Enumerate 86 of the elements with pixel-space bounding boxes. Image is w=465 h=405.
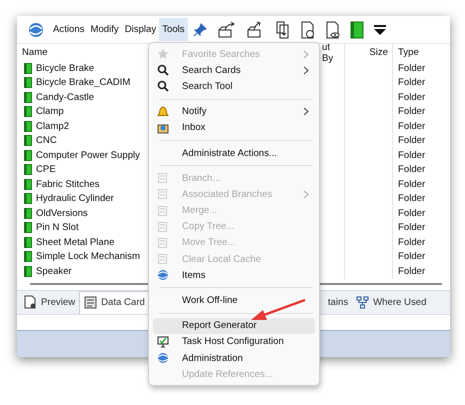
folder-name[interactable]: Pin N Slot — [36, 222, 79, 234]
table-cell: Folder — [398, 135, 426, 146]
table-cell: Folder — [398, 106, 426, 118]
folder-name[interactable]: Clamp — [36, 106, 64, 118]
table-cell: Folder — [398, 77, 426, 88]
book-icon — [24, 135, 32, 146]
dropdown-icon[interactable] — [372, 24, 387, 36]
folder-name[interactable]: CPE — [36, 164, 56, 176]
search-icon — [157, 80, 169, 92]
menu-item[interactable]: Work Off-line — [153, 292, 315, 309]
folder-name[interactable]: Hydraulic Cylinder — [36, 193, 114, 204]
book-icon — [24, 266, 32, 277]
book-icon — [24, 178, 32, 190]
document-clock-icon[interactable] — [300, 20, 316, 38]
column-header[interactable]: Type — [393, 44, 450, 61]
menu-item[interactable]: Administrate Actions... — [153, 144, 315, 162]
table-cell: Folder — [398, 236, 426, 248]
folder-name[interactable]: Computer Power Supply — [36, 150, 140, 161]
book-icon — [24, 77, 32, 88]
folder-name[interactable]: Bicycle Brake — [36, 62, 94, 74]
book-icon — [24, 164, 32, 176]
book-icon — [24, 106, 32, 118]
folder-name[interactable]: Fabric Stitches — [36, 178, 100, 190]
menu-item[interactable]: Search Tool — [153, 78, 315, 95]
star-icon — [157, 48, 169, 60]
book-icon — [24, 208, 32, 219]
menu-item[interactable]: Search Cards — [153, 62, 315, 78]
hierarchy-icon — [356, 296, 370, 308]
folder-name[interactable]: Candy-Castle — [36, 92, 94, 103]
folder-name[interactable]: Bicycle Brake_CADIM — [36, 77, 130, 88]
table-cell: Folder — [398, 208, 426, 219]
folder-name[interactable]: CNC — [36, 135, 57, 146]
book-icon — [24, 120, 32, 132]
document-icon — [157, 188, 169, 200]
inbox-icon — [157, 122, 169, 134]
submenu-chevron-icon — [303, 107, 309, 116]
book-icon — [24, 236, 32, 248]
book-icon — [24, 193, 32, 204]
menu-item[interactable]: Administration — [153, 350, 315, 366]
tab[interactable]: Where Used — [352, 290, 430, 314]
table-cell: Folder — [398, 92, 426, 103]
table-cell: Folder — [398, 266, 426, 277]
menu-item[interactable]: Actions — [50, 18, 88, 41]
folder-name[interactable]: Sheet Metal Plane — [36, 236, 114, 248]
book-icon — [24, 92, 32, 103]
menu-item[interactable]: Task Host Configuration — [153, 334, 315, 350]
table-cell: Folder — [398, 178, 426, 190]
document-icon — [24, 295, 37, 309]
globe-icon — [157, 269, 169, 282]
pin-icon[interactable] — [192, 22, 208, 38]
document-eye-icon[interactable] — [324, 20, 341, 38]
table-cell: Folder — [398, 62, 426, 74]
search-icon — [157, 64, 169, 76]
documents-icon[interactable] — [274, 20, 291, 38]
card-icon — [84, 296, 98, 309]
folder-name[interactable]: Speaker — [36, 266, 72, 277]
folder-name[interactable]: Clamp2 — [36, 120, 70, 132]
table-cell: Folder — [398, 120, 426, 132]
table-cell: Folder — [398, 193, 426, 204]
menu-item[interactable]: Tools — [159, 18, 188, 41]
box-arrow-icon[interactable] — [216, 20, 237, 38]
monitor-icon — [157, 336, 169, 348]
book-icon — [24, 150, 32, 161]
book-icon — [24, 222, 32, 234]
column-header[interactable]: Size — [345, 44, 393, 61]
book-icon — [24, 62, 32, 74]
table-cell: Folder — [398, 251, 426, 262]
book-icon — [24, 251, 32, 262]
table-cell: Folder — [398, 164, 426, 176]
bell-icon — [157, 106, 169, 118]
menu-item[interactable]: Inbox — [153, 120, 315, 136]
menu-item[interactable]: Items — [153, 267, 315, 284]
table-cell: Folder — [398, 222, 426, 234]
menu-item[interactable]: Modify — [87, 18, 122, 41]
tab[interactable]: Data Card — [79, 290, 150, 314]
globe-icon — [157, 352, 169, 364]
book-icon[interactable] — [350, 20, 364, 38]
menu-item[interactable]: Notify — [153, 104, 315, 120]
app-logo-icon[interactable] — [27, 20, 45, 38]
folder-name[interactable]: OldVersions — [36, 208, 88, 219]
table-cell: Folder — [398, 150, 426, 161]
submenu-chevron-icon — [303, 190, 309, 199]
tab[interactable]: Preview — [20, 290, 80, 314]
menu-item[interactable]: Display — [122, 18, 160, 41]
menu-item[interactable]: Report Generator — [153, 318, 315, 334]
folder-name[interactable]: Simple Lock Mechanism — [36, 251, 140, 262]
